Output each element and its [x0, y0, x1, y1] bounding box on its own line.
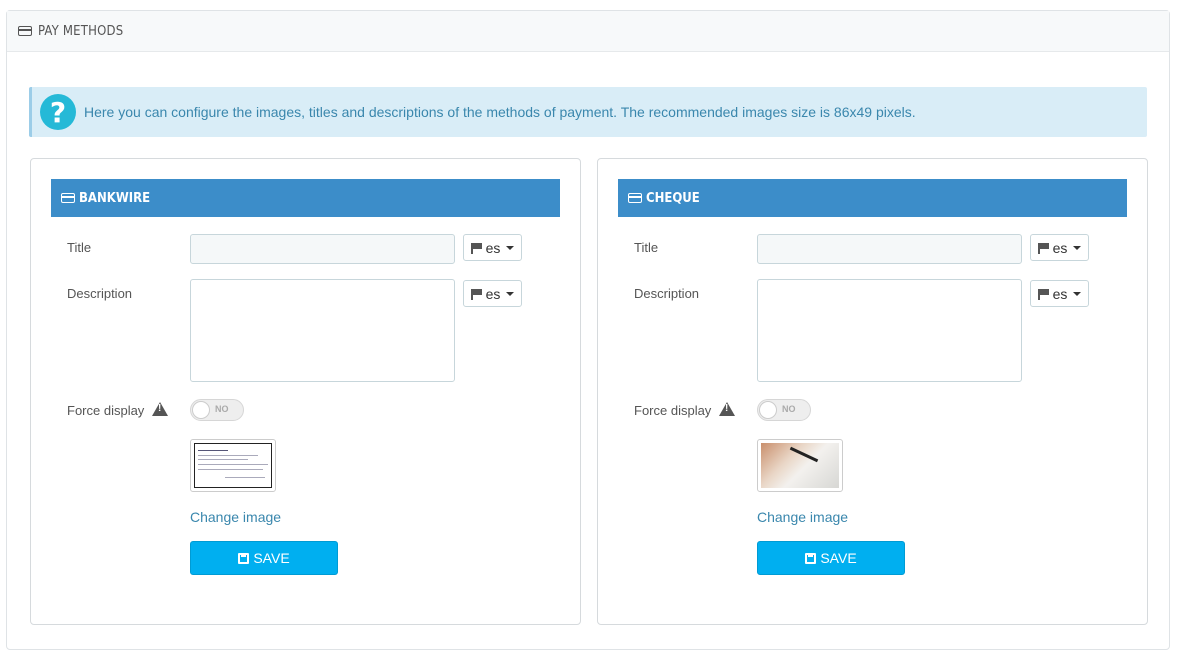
toggle-state: NO — [782, 404, 796, 414]
force-display-toggle[interactable]: NO — [757, 399, 811, 421]
method-image-thumbnail — [757, 439, 843, 492]
title-label: Title — [634, 240, 659, 255]
force-display-toggle[interactable]: NO — [190, 399, 244, 421]
save-button[interactable]: SAVE — [190, 541, 338, 575]
force-display-text: Force display — [67, 403, 145, 418]
alert-text: Here you can configure the images, title… — [84, 104, 916, 120]
warning-icon — [151, 402, 168, 416]
save-label: SAVE — [253, 550, 290, 566]
title-label: Title — [67, 240, 92, 255]
bankwire-image — [194, 443, 272, 488]
caret-down-icon — [506, 291, 515, 296]
language-code: es — [485, 285, 501, 302]
language-code: es — [485, 239, 501, 256]
method-image-thumbnail — [190, 439, 276, 492]
toggle-knob — [759, 401, 777, 419]
method-heading: BANKWIRE — [51, 179, 560, 217]
flag-icon — [470, 288, 482, 300]
flag-icon — [470, 242, 482, 254]
caret-down-icon — [506, 245, 515, 250]
question-icon: ? — [40, 94, 76, 130]
title-language-dropdown[interactable]: es — [1030, 234, 1089, 261]
toggle-state: NO — [215, 404, 229, 414]
force-display-label: Force display — [67, 402, 168, 418]
method-card-bankwire: BANKWIRE Title es Description es Force d… — [30, 158, 581, 625]
title-input[interactable] — [757, 234, 1022, 264]
method-title: CHEQUE — [646, 190, 700, 206]
language-code: es — [1052, 285, 1068, 302]
flag-icon — [1037, 288, 1049, 300]
change-image-link[interactable]: Change image — [757, 509, 848, 525]
pay-methods-panel: PAY METHODS ? Here you can configure the… — [6, 10, 1170, 650]
change-image-link[interactable]: Change image — [190, 509, 281, 525]
force-display-label: Force display — [634, 402, 735, 418]
description-textarea[interactable] — [757, 279, 1022, 382]
save-label: SAVE — [820, 550, 857, 566]
info-alert: ? Here you can configure the images, tit… — [29, 87, 1147, 137]
credit-card-icon — [628, 193, 642, 203]
method-heading: CHEQUE — [618, 179, 1127, 217]
panel-title: PAY METHODS — [38, 23, 124, 39]
description-language-dropdown[interactable]: es — [463, 280, 522, 307]
credit-card-icon — [18, 26, 32, 36]
language-code: es — [1052, 239, 1068, 256]
description-label: Description — [67, 286, 133, 301]
title-language-dropdown[interactable]: es — [463, 234, 522, 261]
credit-card-icon — [61, 193, 75, 203]
title-input[interactable] — [190, 234, 455, 264]
method-card-cheque: CHEQUE Title es Description es Force dis… — [597, 158, 1148, 625]
method-title: BANKWIRE — [79, 190, 151, 206]
description-textarea[interactable] — [190, 279, 455, 382]
floppy-disk-icon — [238, 552, 250, 564]
caret-down-icon — [1073, 245, 1082, 250]
cheque-image — [761, 443, 839, 488]
flag-icon — [1037, 242, 1049, 254]
caret-down-icon — [1073, 291, 1082, 296]
force-display-text: Force display — [634, 403, 712, 418]
panel-heading: PAY METHODS — [7, 11, 1169, 52]
floppy-disk-icon — [805, 552, 817, 564]
description-label: Description — [634, 286, 700, 301]
save-button[interactable]: SAVE — [757, 541, 905, 575]
warning-icon — [718, 402, 735, 416]
toggle-knob — [192, 401, 210, 419]
description-language-dropdown[interactable]: es — [1030, 280, 1089, 307]
